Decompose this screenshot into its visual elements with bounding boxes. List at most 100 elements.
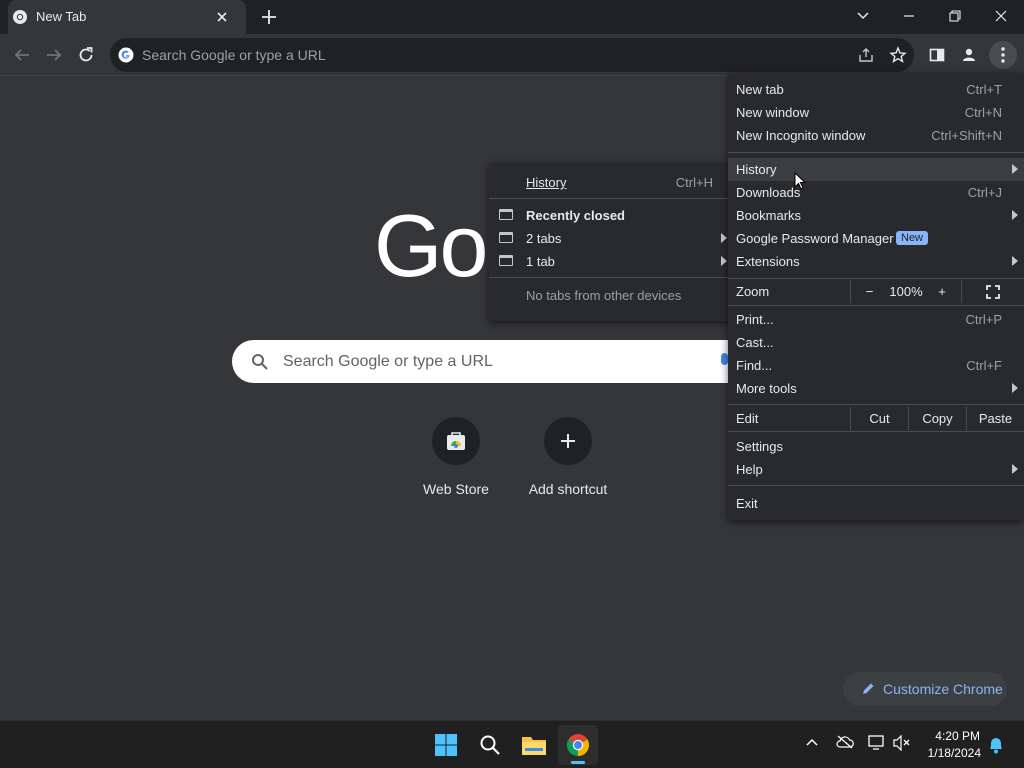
bookmark-star-icon[interactable] xyxy=(888,45,908,65)
fullscreen-icon xyxy=(986,284,1000,299)
chrome-taskbar-icon[interactable] xyxy=(558,725,598,765)
chevron-right-icon xyxy=(1012,164,1018,174)
menu-item-label: Google Password Manager xyxy=(736,231,894,246)
separator xyxy=(728,278,1024,279)
menu-extensions[interactable]: Extensions xyxy=(728,250,1024,273)
recently-closed-item[interactable]: 2 tabs xyxy=(489,227,733,250)
volume-muted-icon[interactable] xyxy=(893,735,911,751)
menu-more-tools[interactable]: More tools xyxy=(728,377,1024,400)
separator xyxy=(728,404,1024,405)
menu-exit[interactable]: Exit xyxy=(728,492,1024,515)
google-g-icon xyxy=(118,47,134,63)
menu-history[interactable]: History xyxy=(728,158,1024,181)
network-icon[interactable] xyxy=(868,735,886,751)
tab-title: New Tab xyxy=(36,9,87,24)
menu-item-label: More tools xyxy=(736,381,797,396)
menu-new-tab[interactable]: New tab Ctrl+T xyxy=(728,78,1024,101)
share-icon[interactable] xyxy=(856,45,876,65)
profile-avatar-icon[interactable] xyxy=(959,45,979,65)
new-badge: New xyxy=(896,231,929,245)
forward-arrow-icon[interactable] xyxy=(44,45,64,65)
tab-search-chevron-icon[interactable] xyxy=(851,6,875,26)
file-explorer-icon[interactable] xyxy=(514,725,554,765)
menu-item-label: Find... xyxy=(736,358,773,373)
submenu-history-label: History xyxy=(526,175,567,190)
paste-button[interactable]: Paste xyxy=(966,407,1024,430)
zoom-minus-label: − xyxy=(865,284,874,299)
restore-icon[interactable] xyxy=(943,6,967,26)
new-tab-plus-icon[interactable] xyxy=(260,8,278,26)
recently-closed-item-label: 1 tab xyxy=(526,254,555,269)
shortcut-text: Ctrl+H xyxy=(675,175,713,190)
menu-bookmarks[interactable]: Bookmarks xyxy=(728,204,1024,227)
minimize-icon[interactable] xyxy=(897,6,921,26)
paste-label: Paste xyxy=(978,411,1013,426)
onedrive-offline-icon[interactable] xyxy=(836,735,854,749)
shortcut-text: Ctrl+P xyxy=(965,312,1002,327)
menu-help[interactable]: Help xyxy=(728,458,1024,481)
menu-item-label: New window xyxy=(736,105,809,120)
recently-closed-item[interactable]: 1 tab xyxy=(489,250,733,273)
reload-icon[interactable] xyxy=(76,45,96,65)
menu-item-label: Extensions xyxy=(736,254,800,269)
omnibox-placeholder: Search Google or type a URL xyxy=(142,47,326,63)
shortcut-label: Web Store xyxy=(423,481,489,497)
chevron-right-icon xyxy=(721,233,727,243)
tab-icon xyxy=(499,255,513,266)
menu-settings[interactable]: Settings xyxy=(728,435,1024,458)
chevron-right-icon xyxy=(1012,383,1018,393)
cut-button[interactable]: Cut xyxy=(850,407,908,430)
separator xyxy=(489,277,733,278)
add-shortcut-button[interactable] xyxy=(544,417,592,465)
chevron-right-icon xyxy=(1012,210,1018,220)
menu-item-label: Print... xyxy=(736,312,774,327)
close-window-icon[interactable] xyxy=(989,6,1013,26)
menu-password-manager[interactable]: Google Password Manager New xyxy=(728,227,1024,250)
zoom-plus-label: + xyxy=(938,284,946,299)
submenu-history[interactable]: History Ctrl+H xyxy=(489,171,733,194)
shortcut-web-store[interactable] xyxy=(432,417,480,465)
menu-new-incognito-window[interactable]: New Incognito window Ctrl+Shift+N xyxy=(728,124,1024,147)
menu-find[interactable]: Find... Ctrl+F xyxy=(728,354,1024,377)
clock-date[interactable]: 1/18/2024 xyxy=(928,746,981,760)
chevron-right-icon xyxy=(1012,256,1018,266)
menu-item-label: Bookmarks xyxy=(736,208,802,223)
separator xyxy=(728,152,1024,153)
shortcut-text: Ctrl+N xyxy=(964,105,1002,120)
clock-time[interactable]: 4:20 PM xyxy=(935,729,980,743)
back-arrow-icon[interactable] xyxy=(12,45,32,65)
tray-overflow-chevron-icon[interactable] xyxy=(805,737,819,747)
ntp-search-placeholder: Search Google or type a URL xyxy=(283,353,493,370)
windows-taskbar: 4:20 PM 1/18/2024 xyxy=(0,720,1024,768)
close-tab-icon[interactable] xyxy=(214,9,230,25)
search-icon xyxy=(250,352,270,372)
fullscreen-button[interactable] xyxy=(961,280,1024,303)
side-panel-icon[interactable] xyxy=(927,45,947,65)
menu-cast[interactable]: Cast... xyxy=(728,331,1024,354)
copy-button[interactable]: Copy xyxy=(908,407,966,430)
zoom-in-button[interactable]: + xyxy=(924,280,960,303)
plus-icon xyxy=(561,434,575,448)
taskbar-search-icon[interactable] xyxy=(470,725,510,765)
chrome-menu-kebab-icon[interactable] xyxy=(989,41,1017,69)
chrome-favicon-icon xyxy=(12,9,28,25)
separator xyxy=(489,198,733,199)
no-tabs-other-devices-label: No tabs from other devices xyxy=(526,288,682,303)
notification-bell-icon[interactable] xyxy=(988,736,1004,754)
menu-item-label: Help xyxy=(736,462,763,477)
zoom-value: 100% xyxy=(889,284,923,299)
menu-downloads[interactable]: Downloads Ctrl+J xyxy=(728,181,1024,204)
menu-zoom-row: Zoom − 100% + xyxy=(728,280,1024,303)
recently-closed-label: Recently closed xyxy=(526,208,625,223)
menu-item-label: Exit xyxy=(736,496,758,511)
shortcut-text: Ctrl+J xyxy=(967,185,1002,200)
no-tabs-other-devices: No tabs from other devices xyxy=(489,284,733,307)
zoom-out-button[interactable]: − xyxy=(850,280,888,303)
history-submenu: History Ctrl+H Recently closed 2 tabs 1 … xyxy=(489,163,733,321)
menu-new-window[interactable]: New window Ctrl+N xyxy=(728,101,1024,124)
menu-item-label: History xyxy=(736,162,777,177)
customize-chrome-button[interactable]: Customize Chrome xyxy=(843,672,1007,706)
shortcut-text: Ctrl+T xyxy=(966,82,1002,97)
windows-start-icon[interactable] xyxy=(426,725,466,765)
menu-print[interactable]: Print... Ctrl+P xyxy=(728,308,1024,331)
